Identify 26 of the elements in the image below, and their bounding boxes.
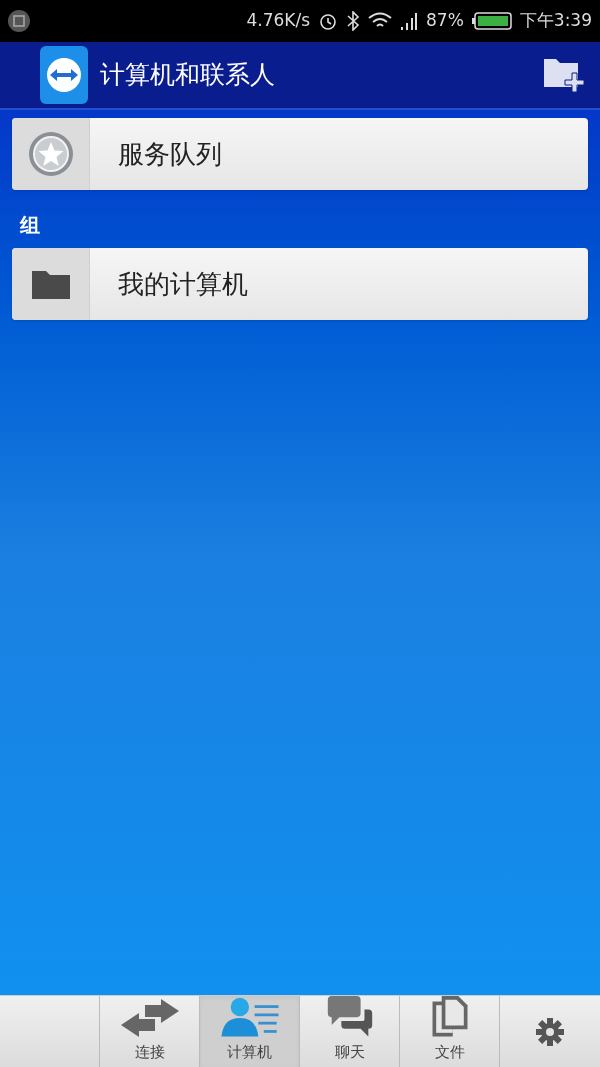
nav-tab[interactable]: 聊天 [300, 996, 400, 1067]
files-icon [430, 996, 469, 1037]
header-title: 计算机和联系人 [100, 59, 276, 92]
chat-icon [326, 996, 373, 1037]
alarm-icon [318, 11, 338, 31]
section-heading: 组 [20, 212, 41, 239]
nav-tab[interactable]: 计算机 [200, 996, 300, 1067]
list-item[interactable]: 我的计算机 [12, 248, 588, 320]
folder-icon [31, 269, 70, 299]
battery-icon [471, 12, 512, 30]
app-logo-icon [40, 46, 88, 104]
battery-percent: 87% [426, 9, 464, 33]
nav-tab[interactable]: 文件 [400, 996, 500, 1067]
contacts-icon [218, 996, 281, 1037]
item-label: 服务队列 [117, 137, 222, 171]
clock: 下午3:39 [519, 9, 592, 33]
network-speed: 4.76K/s [246, 9, 310, 33]
settings-icon[interactable] [536, 1017, 564, 1046]
bluetooth-icon [346, 11, 360, 31]
signal-icon [400, 12, 418, 30]
add-folder-icon[interactable] [544, 57, 584, 93]
nav-tab[interactable]: 连接 [100, 996, 200, 1067]
arrows-icon [120, 998, 179, 1037]
item-label: 我的计算机 [117, 267, 248, 301]
list-item[interactable]: 服务队列 [12, 118, 588, 190]
image-icon [8, 10, 30, 32]
